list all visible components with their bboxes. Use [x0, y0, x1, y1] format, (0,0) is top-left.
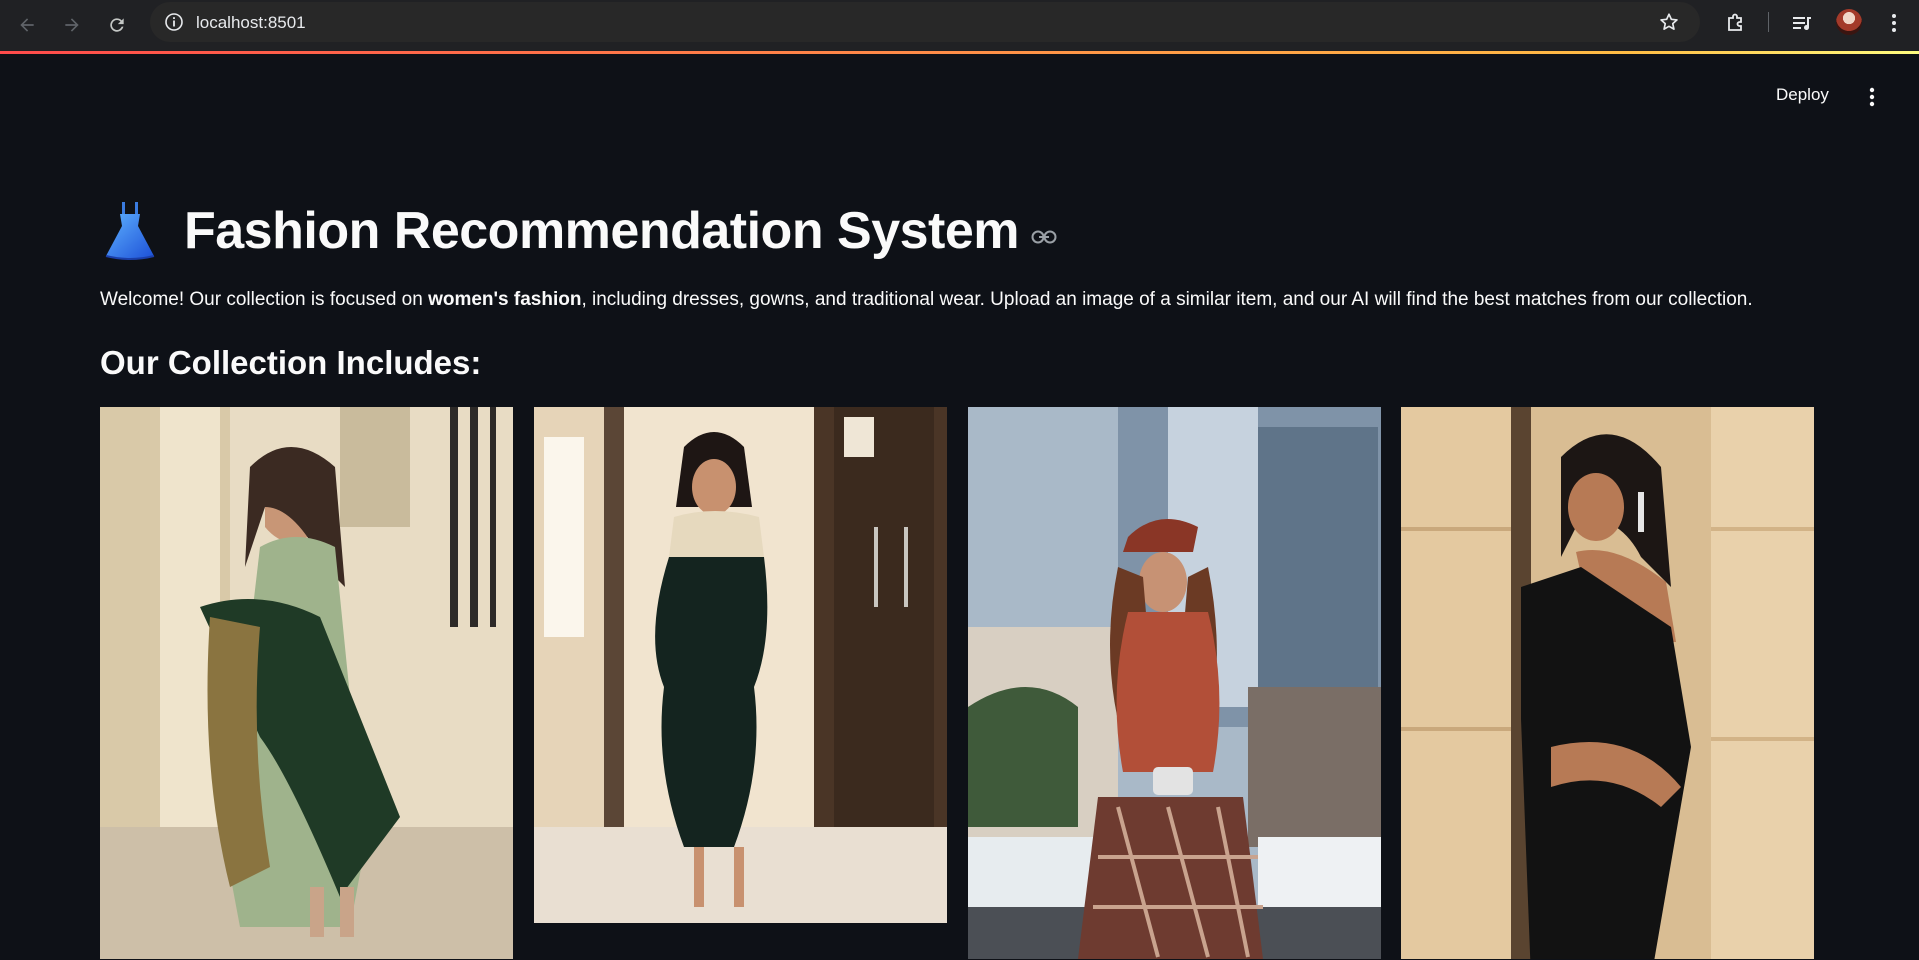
back-button[interactable] [12, 10, 42, 40]
intro-text-start: Welcome! Our collection is focused on [100, 289, 429, 310]
address-bar[interactable]: localhost:8501 [150, 2, 1700, 42]
deploy-button[interactable]: Deploy [1776, 85, 1829, 105]
collection-image-2 [534, 407, 947, 923]
header-decoration-bar [0, 51, 1919, 54]
page-title: Fashion Recommendation System [184, 202, 1020, 260]
star-icon[interactable] [1658, 11, 1680, 33]
media-control-button[interactable] [1790, 11, 1814, 35]
arrow-right-icon [65, 18, 79, 32]
url-text[interactable]: localhost:8501 [196, 13, 306, 33]
arrow-left-icon [20, 18, 34, 32]
intro-emphasis: women's fashion [428, 289, 582, 310]
site-info-icon[interactable] [164, 12, 184, 32]
reload-button[interactable] [102, 10, 132, 40]
intro-paragraph: Welcome! Our collection is focused on wo… [100, 287, 1880, 313]
more-vertical-icon [1892, 14, 1896, 32]
playlist-icon [1793, 17, 1811, 31]
extensions-button[interactable] [1724, 11, 1748, 35]
collection-image-3 [968, 407, 1381, 959]
collection-heading: Our Collection Includes: [100, 344, 482, 381]
page-title-row: Fashion Recommendation System [100, 196, 1057, 266]
toolbar-divider [1768, 12, 1769, 32]
collection-image-4 [1401, 407, 1814, 959]
reload-icon [110, 18, 124, 32]
profile-avatar[interactable] [1836, 9, 1862, 35]
forward-button[interactable] [57, 10, 87, 40]
browser-menu-button[interactable] [1882, 11, 1906, 35]
puzzle-icon [1728, 13, 1742, 31]
browser-toolbar: localhost:8501 [0, 0, 1919, 52]
intro-text-end: , including dresses, gowns, and traditio… [581, 289, 1753, 310]
dress-icon [105, 202, 155, 260]
main-menu-icon[interactable] [1864, 86, 1880, 108]
anchor-link-icon[interactable] [1031, 230, 1057, 244]
collection-image-1 [100, 407, 513, 959]
